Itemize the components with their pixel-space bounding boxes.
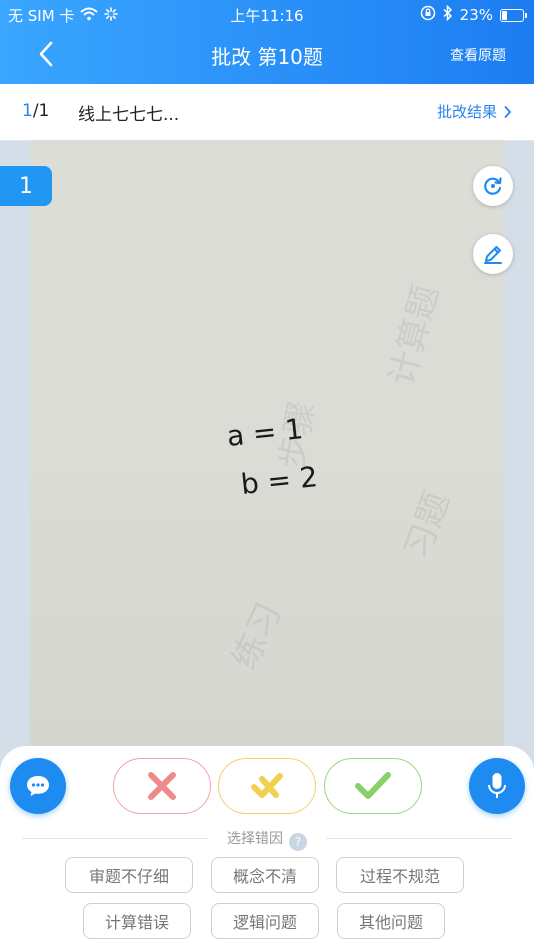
annotate-button[interactable] [473,234,513,274]
reason-tag-unclear-concept[interactable]: 概念不清 [211,857,319,893]
cross-icon [148,772,176,800]
battery-label: 23% [459,6,493,24]
page-total: /1 [32,101,50,121]
mark-wrong-button[interactable] [113,758,211,814]
reason-tag-calculation-error[interactable]: 计算错误 [83,903,191,939]
rotation-lock-icon [420,5,436,25]
page-indicator: 1/1 [22,101,49,121]
error-reason-heading: 选择错因? [0,828,534,851]
question-number-badge[interactable]: 1 [0,166,52,206]
nav-bar: 批改 第10题 查看原题 [0,30,534,82]
comment-button[interactable] [10,758,66,814]
handwriting-line-2: b = 2 [239,460,319,501]
chevron-right-icon [504,105,512,118]
page-current: 1 [22,101,33,121]
question-bar: 1/1 线上七七七... 批改结果 [0,84,534,141]
half-correct-icon [251,773,283,798]
answer-photo[interactable]: 计算题 步骤 习题 练习 a = 1 b = 2 [30,140,504,750]
chat-bubble-icon [27,776,49,796]
reason-tag-irregular-process[interactable]: 过程不规范 [336,857,464,893]
handwritten-answer: a = 1 b = 2 [225,412,319,501]
mark-correct-button[interactable] [324,758,422,814]
reason-tag-other[interactable]: 其他问题 [337,903,445,939]
voice-button[interactable] [469,758,525,814]
bluetooth-icon [443,4,453,25]
status-bar: 无 SIM 卡 上午11:16 23% [0,0,534,28]
rotate-icon [484,177,502,195]
grading-panel: 选择错因? 审题不仔细 概念不清 过程不规范 计算错误 逻辑问题 其他问题 [0,746,534,950]
view-original-button[interactable]: 查看原题 [450,45,506,65]
microphone-icon [488,773,506,798]
grading-result-link[interactable]: 批改结果 [437,101,512,122]
battery-icon [500,8,527,22]
handwriting-line-1: a = 1 [225,412,304,453]
rotate-button[interactable] [473,166,513,206]
check-icon [355,772,391,799]
top-bar: 无 SIM 卡 上午11:16 23% 批改 第10题 查看原题 [0,0,534,84]
mark-half-correct-button[interactable] [218,758,316,814]
student-name: 线上七七七... [78,105,180,125]
reason-tag-careless-reading[interactable]: 审题不仔细 [65,857,193,893]
grading-result-label: 批改结果 [436,103,497,121]
error-reason-label: 选择错因 [227,831,283,847]
reason-tag-logic-problem[interactable]: 逻辑问题 [211,903,319,939]
help-icon[interactable]: ? [289,833,307,851]
pencil-icon [484,246,502,264]
